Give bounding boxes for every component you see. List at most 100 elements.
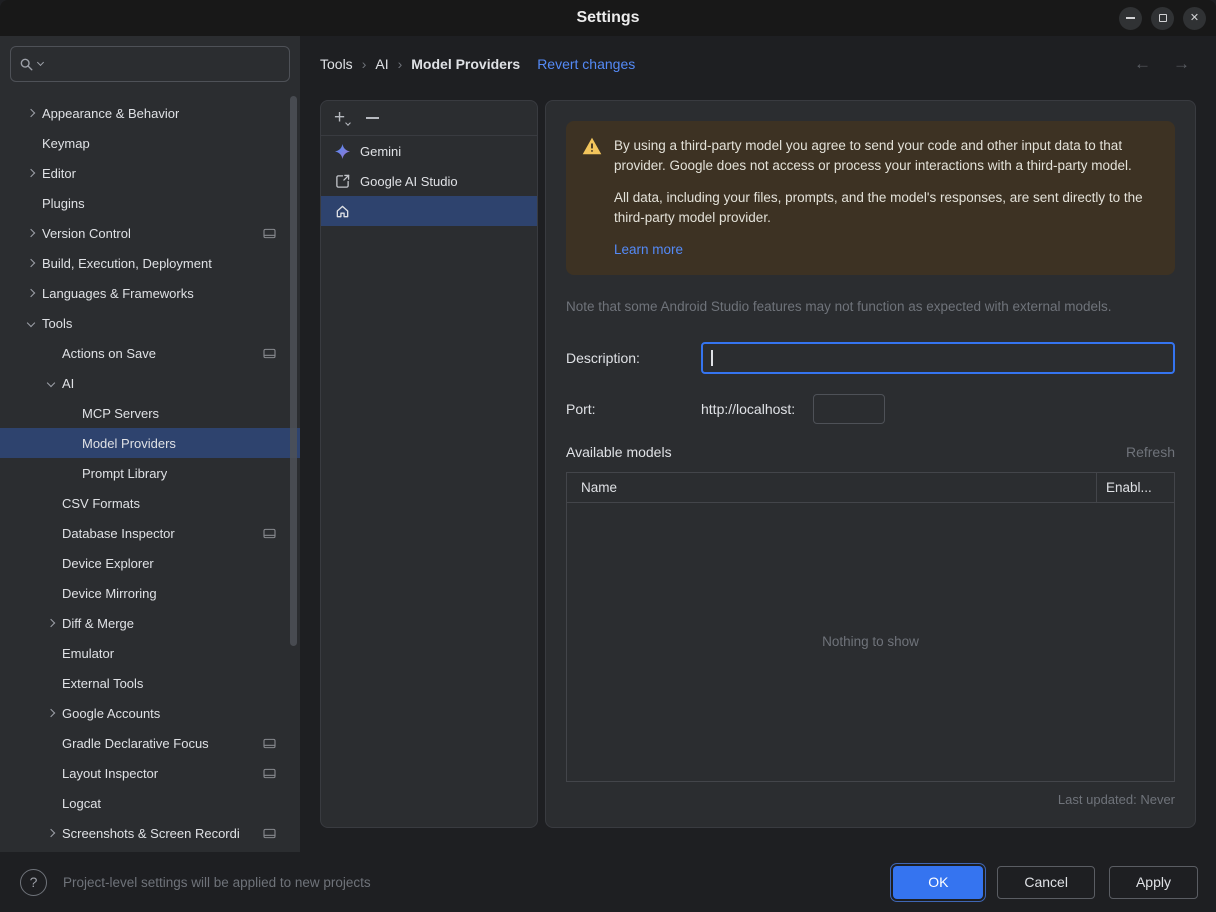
sidebar-item-device-explorer[interactable]: Device Explorer bbox=[0, 548, 300, 578]
sidebar-item-label: Plugins bbox=[42, 195, 85, 211]
sidebar-item-tools[interactable]: Tools bbox=[0, 308, 300, 338]
minimize-button[interactable] bbox=[1119, 6, 1142, 30]
last-updated-label: Last updated: Never bbox=[1057, 792, 1175, 807]
chevron-right-icon[interactable] bbox=[20, 228, 42, 238]
sidebar-item-prompt-library[interactable]: Prompt Library bbox=[0, 458, 300, 488]
plus-icon: + bbox=[334, 107, 346, 128]
port-row: Port: http://localhost: bbox=[566, 393, 1175, 424]
help-button[interactable]: ? bbox=[20, 868, 47, 896]
sidebar-item-actions-on-save[interactable]: Actions on Save bbox=[0, 338, 300, 368]
breadcrumb-item-ai[interactable]: AI bbox=[375, 56, 388, 72]
ok-button[interactable]: OK bbox=[893, 865, 984, 899]
sidebar-item-label: Google Accounts bbox=[62, 705, 161, 721]
sidebar-item-ai[interactable]: AI bbox=[0, 368, 300, 398]
chevron-right-icon[interactable] bbox=[20, 258, 42, 268]
chevron-right-icon[interactable] bbox=[40, 618, 62, 628]
learn-more-link[interactable]: Learn more bbox=[614, 242, 683, 257]
sidebar-item-label: Actions on Save bbox=[62, 345, 156, 361]
chevron-right-icon[interactable] bbox=[40, 828, 62, 838]
chevron-right-icon[interactable] bbox=[20, 168, 42, 178]
provider-item-new[interactable] bbox=[321, 196, 537, 226]
revert-changes-link[interactable]: Revert changes bbox=[537, 56, 635, 72]
sidebar-item-label: Layout Inspector bbox=[62, 765, 159, 781]
help-icon: ? bbox=[29, 874, 38, 890]
titlebar[interactable]: Settings ✕ bbox=[0, 0, 1216, 36]
available-models-label: Available models bbox=[566, 443, 672, 460]
provider-settings-panel: By using a third-party model you agree t… bbox=[545, 100, 1196, 828]
chevron-down-icon[interactable] bbox=[40, 378, 62, 388]
sidebar-item-csv-formats[interactable]: CSV Formats bbox=[0, 488, 300, 518]
models-table-empty-state: Nothing to show bbox=[567, 503, 1174, 781]
provider-toolbar: + bbox=[321, 101, 537, 136]
cancel-button[interactable]: Cancel bbox=[997, 865, 1095, 899]
sidebar-item-label: Diff & Merge bbox=[62, 615, 135, 631]
sidebar-item-plugins[interactable]: Plugins bbox=[0, 188, 300, 218]
chevron-right-icon[interactable] bbox=[20, 288, 42, 298]
description-input-field[interactable] bbox=[712, 348, 1165, 367]
close-button[interactable]: ✕ bbox=[1183, 6, 1206, 30]
sidebar-item-keymap[interactable]: Keymap bbox=[0, 128, 300, 158]
sidebar-item-label: Editor bbox=[42, 165, 76, 181]
sidebar-item-build-execution-deployment[interactable]: Build, Execution, Deployment bbox=[0, 248, 300, 278]
column-header-name[interactable]: Name bbox=[567, 473, 1096, 502]
warning-paragraph-1: By using a third-party model you agree t… bbox=[614, 138, 1132, 173]
add-provider-button[interactable]: + bbox=[334, 107, 351, 128]
ide-settings-icon bbox=[263, 828, 276, 839]
sidebar-item-label: AI bbox=[62, 375, 75, 391]
sidebar-item-label: Build, Execution, Deployment bbox=[42, 255, 212, 271]
sidebar-item-gradle-declarative-focus[interactable]: Gradle Declarative Focus bbox=[0, 728, 300, 758]
add-dropdown-chevron-icon bbox=[345, 120, 351, 126]
sidebar-item-editor[interactable]: Editor bbox=[0, 158, 300, 188]
maximize-button[interactable] bbox=[1151, 6, 1174, 30]
apply-button[interactable]: Apply bbox=[1108, 865, 1198, 899]
sidebar-item-version-control[interactable]: Version Control bbox=[0, 218, 300, 248]
sidebar-item-languages-frameworks[interactable]: Languages & Frameworks bbox=[0, 278, 300, 308]
sidebar-item-mcp-servers[interactable]: MCP Servers bbox=[0, 398, 300, 428]
settings-search-box[interactable] bbox=[10, 46, 290, 82]
remove-provider-button[interactable] bbox=[366, 117, 380, 119]
sidebar-item-device-mirroring[interactable]: Device Mirroring bbox=[0, 578, 300, 608]
refresh-button[interactable]: Refresh bbox=[1126, 444, 1175, 460]
sidebar-item-external-tools[interactable]: External Tools bbox=[0, 668, 300, 698]
sidebar-item-label: Device Mirroring bbox=[62, 585, 157, 601]
breadcrumb-item-tools[interactable]: Tools bbox=[320, 56, 353, 72]
history-navigation: ← → bbox=[1134, 54, 1196, 74]
sidebar-item-layout-inspector[interactable]: Layout Inspector bbox=[0, 758, 300, 788]
sidebar-item-label: Languages & Frameworks bbox=[42, 285, 194, 301]
sidebar-item-diff-merge[interactable]: Diff & Merge bbox=[0, 608, 300, 638]
sidebar-item-logcat[interactable]: Logcat bbox=[0, 788, 300, 818]
close-icon: ✕ bbox=[1189, 11, 1200, 24]
sidebar-item-database-inspector[interactable]: Database Inspector bbox=[0, 518, 300, 548]
chevron-down-icon[interactable] bbox=[20, 318, 42, 328]
back-icon[interactable]: ← bbox=[1134, 54, 1151, 74]
provider-item-gemini[interactable]: Gemini bbox=[321, 136, 537, 166]
sidebar-item-label: Emulator bbox=[62, 645, 115, 661]
forward-icon[interactable]: → bbox=[1173, 54, 1190, 74]
breadcrumb-item-model-providers: Model Providers bbox=[411, 56, 521, 72]
provider-item-google-ai-studio[interactable]: Google AI Studio bbox=[321, 166, 537, 196]
sidebar-item-appearance-behavior[interactable]: Appearance & Behavior bbox=[0, 98, 300, 128]
warning-paragraph-2: All data, including your files, prompts,… bbox=[614, 190, 1143, 225]
column-header-enabled[interactable]: Enabl... bbox=[1096, 472, 1174, 502]
models-table-header: Name Enabl... bbox=[567, 472, 1174, 503]
breadcrumb: Tools › AI › Model Providers Revert chan… bbox=[300, 36, 1216, 92]
port-input[interactable] bbox=[813, 393, 886, 424]
settings-tree: Appearance & Behavior Keymap Editor Plugins… bbox=[0, 92, 300, 852]
sidebar-item-label: Prompt Library bbox=[82, 465, 168, 481]
chevron-right-icon[interactable] bbox=[40, 708, 62, 718]
search-input[interactable] bbox=[46, 55, 281, 73]
chevron-right-icon[interactable] bbox=[20, 108, 42, 118]
sidebar-item-label: Keymap bbox=[42, 135, 90, 151]
breadcrumb-separator-icon: › bbox=[361, 56, 367, 72]
sidebar-item-emulator[interactable]: Emulator bbox=[0, 638, 300, 668]
provider-item-label: Google AI Studio bbox=[360, 173, 458, 189]
sidebar-item-google-accounts[interactable]: Google Accounts bbox=[0, 698, 300, 728]
description-input[interactable] bbox=[701, 341, 1175, 374]
sidebar-item-screenshots-screen-recordi[interactable]: Screenshots & Screen Recordi bbox=[0, 818, 300, 848]
sidebar-scrollbar[interactable] bbox=[290, 96, 297, 646]
sidebar-item-label: Device Explorer bbox=[62, 555, 154, 571]
footer: ? Project-level settings will be applied… bbox=[0, 852, 1216, 912]
sidebar-item-model-providers[interactable]: Model Providers bbox=[0, 428, 300, 458]
home-icon bbox=[334, 204, 351, 219]
sidebar-item-label: Screenshots & Screen Recordi bbox=[62, 825, 240, 841]
